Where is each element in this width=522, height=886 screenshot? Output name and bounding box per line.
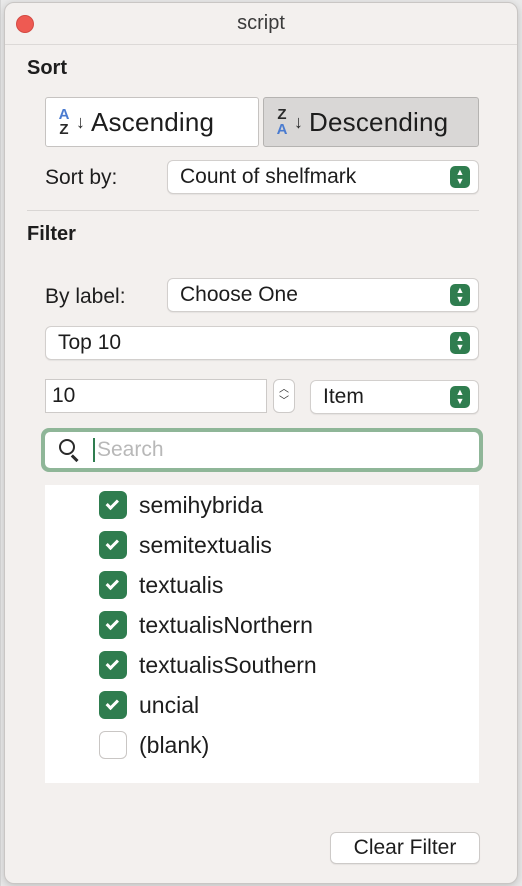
filter-heading: Filter xyxy=(27,223,76,245)
list-item[interactable]: uncial xyxy=(45,685,479,725)
down-arrow-icon: ↓ xyxy=(294,111,303,132)
top-mode-value: Top 10 xyxy=(58,331,122,354)
sort-by-value: Count of shelfmark xyxy=(180,165,357,188)
checkbox[interactable] xyxy=(99,611,127,639)
sort-descending-label: Descending xyxy=(309,106,449,137)
by-label-select[interactable]: Choose One ▲ ▼ xyxy=(167,278,479,312)
list-item[interactable]: (blank) xyxy=(45,725,479,765)
text-caret xyxy=(93,438,95,462)
chevron-up-icon[interactable]: ︿ xyxy=(279,384,289,396)
chevron-updown-icon: ▲ ▼ xyxy=(450,284,470,306)
clear-filter-button[interactable]: Clear Filter xyxy=(330,832,480,864)
list-item[interactable]: textualisSouthern xyxy=(45,645,479,685)
search-placeholder: Search xyxy=(97,438,164,461)
sort-descending-button[interactable]: Z A ↓ Descending xyxy=(263,97,479,147)
checkbox[interactable] xyxy=(99,571,127,599)
list-item-label: textualisSouthern xyxy=(139,651,317,678)
section-divider xyxy=(27,210,479,211)
list-item-label: uncial xyxy=(139,691,200,718)
sort-za-icon: Z A xyxy=(276,106,288,138)
top-unit-select[interactable]: Item ▲ ▼ xyxy=(310,380,479,414)
title-bar: script xyxy=(5,3,517,45)
filter-value-list[interactable]: semihybrida semitextualis textualis text… xyxy=(45,485,479,783)
checkbox[interactable] xyxy=(99,651,127,679)
list-item[interactable]: textualis xyxy=(45,565,479,605)
list-item-label: (blank) xyxy=(139,731,210,758)
list-item-label: textualisNorthern xyxy=(139,611,313,638)
list-item[interactable]: textualisNorthern xyxy=(45,605,479,645)
checkmark-icon xyxy=(105,616,120,630)
checkbox[interactable] xyxy=(99,531,127,559)
chevron-updown-icon: ▲ ▼ xyxy=(450,386,470,408)
top-unit-value: Item xyxy=(323,385,364,408)
chevron-down-icon[interactable]: ﹀ xyxy=(279,396,289,408)
search-icon xyxy=(59,439,81,462)
list-item[interactable]: semitextualis xyxy=(45,525,479,565)
top-count-stepper[interactable]: ︿ ﹀ xyxy=(273,379,295,413)
checkbox[interactable] xyxy=(99,491,127,519)
search-input[interactable]: Search xyxy=(45,432,479,468)
top-mode-select[interactable]: Top 10 ▲ ▼ xyxy=(45,326,479,360)
sort-heading: Sort xyxy=(27,57,67,79)
search-focus-ring: Search xyxy=(41,428,483,472)
list-item[interactable]: semihybrida xyxy=(45,485,479,525)
filter-popover: script Sort A Z ↓ Ascending Z A ↓ Descen… xyxy=(4,2,518,884)
sort-by-select[interactable]: Count of shelfmark ▲ ▼ xyxy=(167,160,479,194)
window-title: script xyxy=(237,12,285,34)
checkbox[interactable] xyxy=(99,691,127,719)
down-arrow-icon: ↓ xyxy=(76,111,85,132)
sort-ascending-button[interactable]: A Z ↓ Ascending xyxy=(45,97,259,147)
by-label-value: Choose One xyxy=(180,283,298,306)
chevron-updown-icon: ▲ ▼ xyxy=(450,166,470,188)
by-label-label: By label: xyxy=(45,285,126,308)
sort-az-icon: A Z xyxy=(58,106,70,138)
checkmark-icon xyxy=(105,656,120,670)
checkmark-icon xyxy=(105,576,120,590)
checkmark-icon xyxy=(105,536,120,550)
list-item-label: semihybrida xyxy=(139,491,263,518)
checkmark-icon xyxy=(105,496,120,510)
sort-by-label: Sort by: xyxy=(45,166,118,189)
list-item-label: textualis xyxy=(139,571,224,598)
sort-ascending-label: Ascending xyxy=(91,106,215,137)
checkmark-icon xyxy=(105,696,120,710)
list-item-label: semitextualis xyxy=(139,531,272,558)
checkbox[interactable] xyxy=(99,731,127,759)
top-count-input[interactable]: 10 xyxy=(45,379,267,413)
chevron-updown-icon: ▲ ▼ xyxy=(450,332,470,354)
